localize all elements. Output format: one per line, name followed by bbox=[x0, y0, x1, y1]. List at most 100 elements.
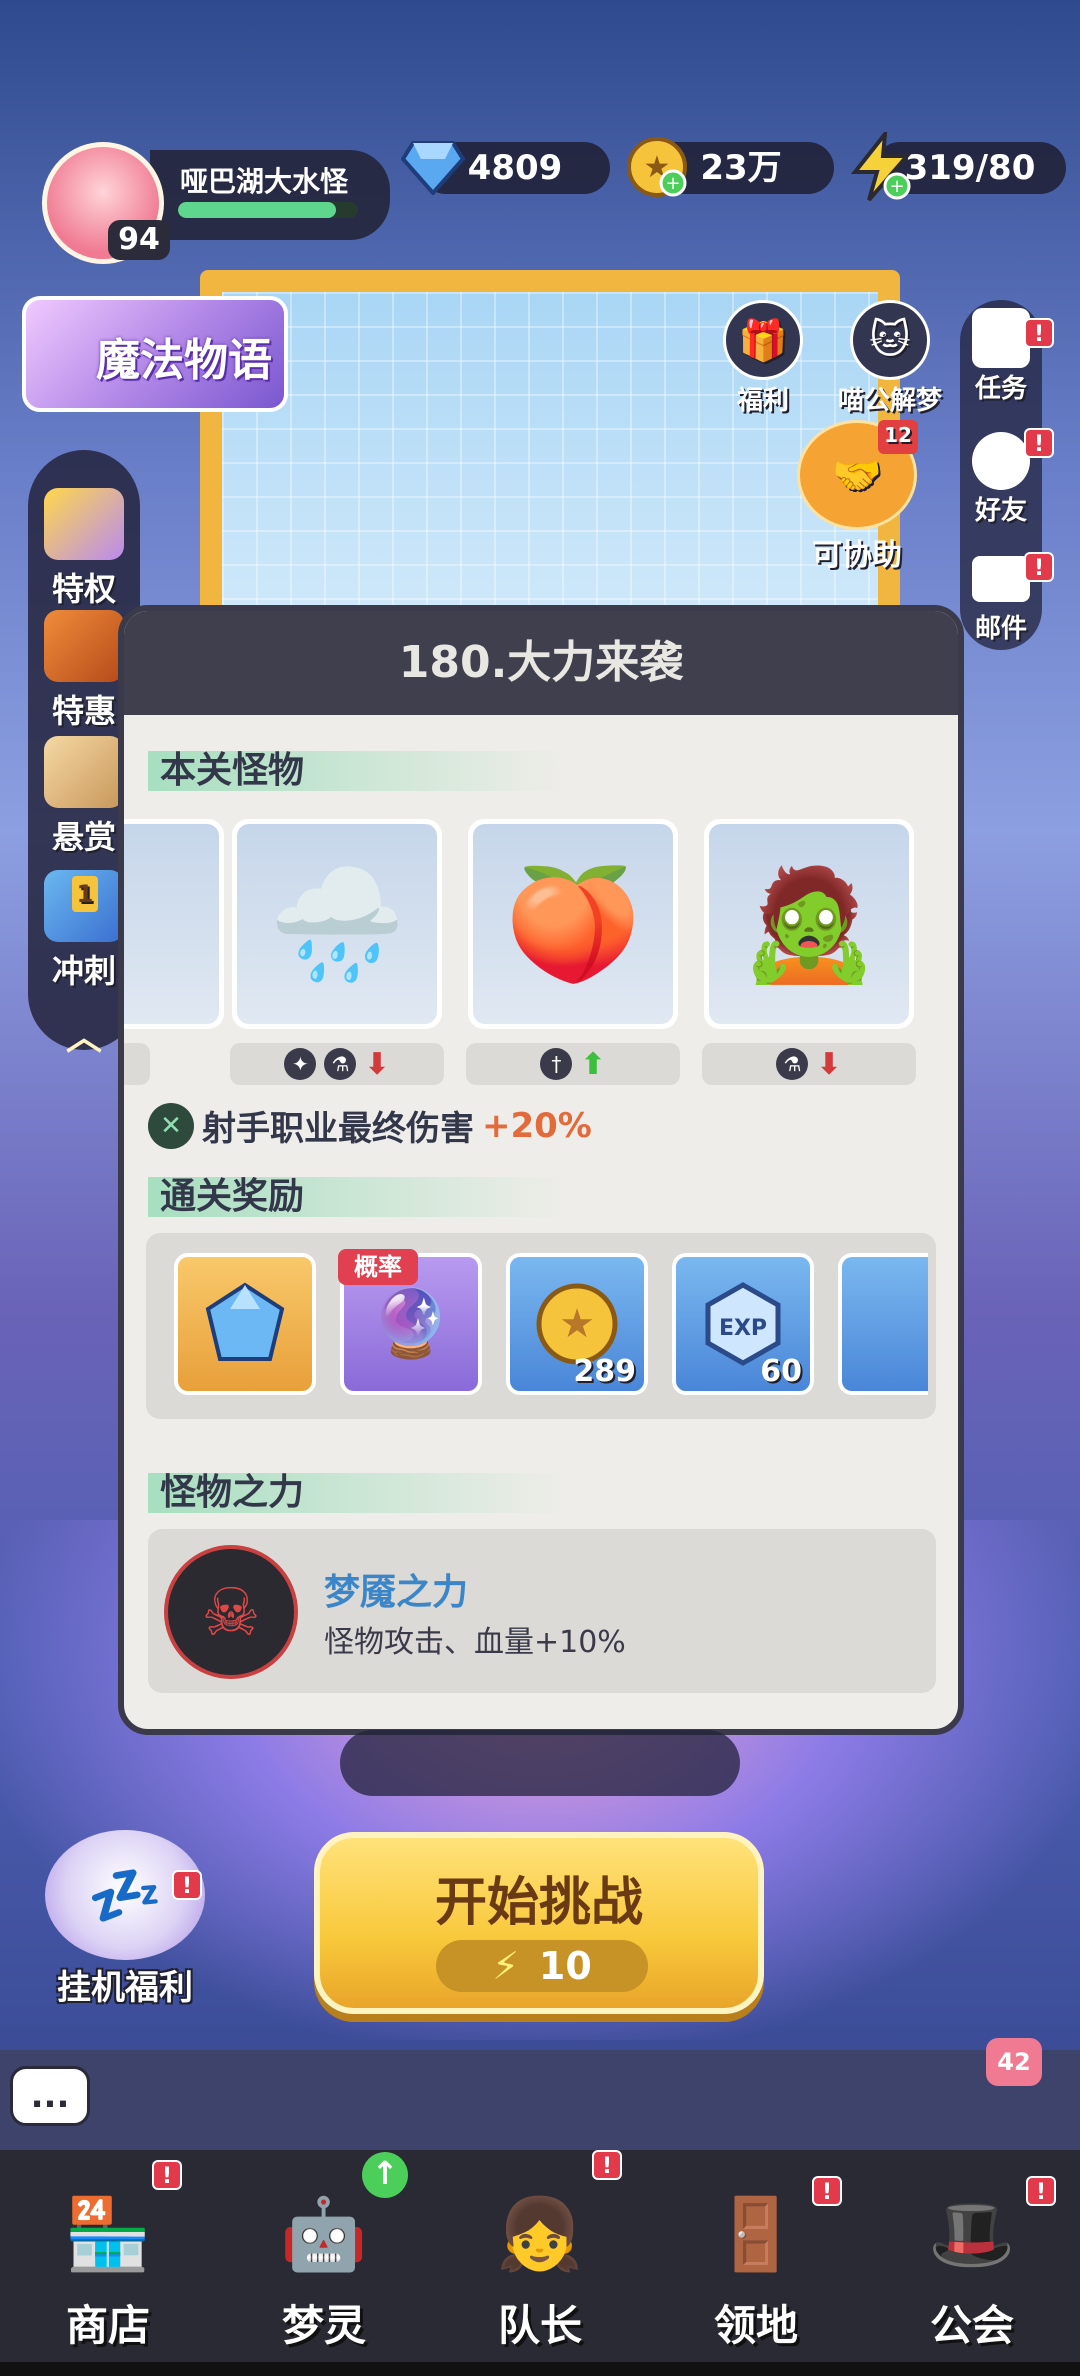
chat-button[interactable]: ... bbox=[10, 2066, 90, 2126]
monster-tags: ✦ ⚗ ⬇ bbox=[230, 1043, 444, 1085]
monster-power-desc: 怪物攻击、血量+10% bbox=[324, 1625, 626, 1660]
bounty-scroll-icon bbox=[44, 736, 124, 808]
storm-cloud-monster-icon: 🌧️ bbox=[237, 824, 437, 1024]
challenge-cost-value: 10 bbox=[538, 1944, 592, 1988]
monster-tags: ⚗ ⬇ bbox=[702, 1043, 916, 1085]
door-icon: 🚪 bbox=[712, 2192, 800, 2275]
magic-story-banner[interactable]: 魔法物语 bbox=[22, 296, 288, 412]
lightning-icon: ⚡ bbox=[492, 1944, 519, 1988]
diamond-value: 4809 bbox=[467, 148, 563, 188]
energy-value: 319/80 bbox=[904, 148, 1036, 188]
idle-rewards-badge: ! bbox=[172, 1870, 202, 1900]
zombie-monster-icon: 🧟 bbox=[709, 824, 909, 1024]
mystery-icon: 🔮 bbox=[369, 1285, 453, 1362]
monster-power-name: 梦魇之力 bbox=[324, 1572, 469, 1613]
welfare-label: 福利 bbox=[736, 386, 789, 416]
idle-rewards-label: 挂机福利 bbox=[57, 1968, 193, 2008]
nav-captain-badge: ! bbox=[592, 2150, 622, 2180]
privilege-button[interactable]: 特权 bbox=[28, 488, 140, 610]
monster-card[interactable] bbox=[124, 819, 224, 1029]
nav-dream-spirit-label: 梦灵 bbox=[281, 2301, 366, 2350]
idle-rewards-button[interactable]: 💤 挂机福利 bbox=[30, 1830, 220, 2020]
arrow-up-icon: ⬆ bbox=[580, 1046, 606, 1082]
rewards-section-title: 通关奖励 bbox=[148, 1177, 568, 1217]
crystal-golem-monster-icon: 🍑 bbox=[473, 824, 673, 1024]
tasks-label: 任务 bbox=[974, 374, 1027, 404]
sprint-tag: 1 bbox=[72, 876, 98, 912]
mail-icon bbox=[972, 556, 1030, 602]
sprint-icon: 1 bbox=[44, 870, 124, 942]
tasks-badge: ! bbox=[1024, 318, 1054, 348]
cat-icon: 🐱 bbox=[850, 300, 930, 380]
class-bonus: ✕ 射手职业最终伤害 +20% bbox=[148, 1101, 592, 1150]
xp-bar-fill bbox=[178, 202, 337, 218]
welfare-button[interactable]: 🎁 福利 bbox=[718, 300, 808, 417]
mail-label: 邮件 bbox=[974, 614, 1027, 644]
clipboard-icon bbox=[972, 308, 1030, 368]
arrow-down-icon: ⬇ bbox=[364, 1046, 390, 1082]
mail-badge: ! bbox=[1024, 552, 1054, 582]
reward-exp-count: 60 bbox=[760, 1354, 802, 1389]
privilege-card-icon bbox=[44, 488, 124, 560]
gift-box-icon bbox=[44, 610, 124, 682]
class-bonus-value: +20% bbox=[482, 1105, 592, 1146]
nav-shop-badge: ! bbox=[152, 2160, 182, 2190]
nav-dream-spirit-upgrade-badge: ↑ bbox=[362, 2152, 408, 2198]
dream-interpretation-button[interactable]: 🐱 喵公解梦 bbox=[828, 300, 952, 417]
robot-icon: 🤖 bbox=[280, 2192, 368, 2275]
monsters-section-title: 本关怪物 bbox=[148, 751, 568, 791]
svg-text:EXP: EXP bbox=[719, 1316, 767, 1341]
player-name: 哑巴湖大水怪 bbox=[180, 165, 349, 198]
start-challenge-button[interactable]: 开始挑战 ⚡ 10 bbox=[314, 1832, 764, 2014]
challenge-cost: ⚡ 10 bbox=[436, 1940, 648, 1992]
monster-card[interactable]: 🌧️ bbox=[232, 819, 442, 1029]
background-floor bbox=[0, 2050, 1080, 2150]
friends-badge: ! bbox=[1024, 428, 1054, 458]
monster-power-box: ☠ 梦魇之力 怪物攻击、血量+10% bbox=[148, 1529, 936, 1693]
assist-count-badge: 12 bbox=[878, 420, 918, 454]
nav-shop[interactable]: 🏪 商店 bbox=[0, 2150, 216, 2376]
diamond-icon bbox=[398, 132, 468, 202]
captain-avatar-icon: 👧 bbox=[496, 2192, 584, 2275]
reward-coin-count: 289 bbox=[573, 1354, 636, 1389]
xp-bar bbox=[178, 202, 358, 218]
reward-coin[interactable]: ★ 289 bbox=[506, 1253, 648, 1395]
nav-guild-label: 公会 bbox=[929, 2301, 1014, 2350]
reward-mystery[interactable]: 🔮 概率 bbox=[338, 1249, 482, 1395]
sword-icon: † bbox=[540, 1048, 573, 1080]
nav-territory-label: 领地 bbox=[713, 2301, 798, 2350]
stage-info-modal: 180.大力来袭 本关怪物 🌧️ ✦ ⚗ ⬇ 🍑 † ⬆ 🧟 ⚗ ⬇ ✕ 射手职… bbox=[118, 605, 964, 1735]
potion-icon: ⚗ bbox=[324, 1048, 357, 1080]
probability-tag: 概率 bbox=[338, 1249, 418, 1285]
skull-icon: ☠ bbox=[164, 1545, 298, 1679]
gold-coin-icon[interactable]: ★ + bbox=[622, 132, 692, 202]
star-slots bbox=[340, 1730, 740, 1796]
assist-label: 可协助 bbox=[812, 538, 902, 573]
svg-text:+: + bbox=[889, 176, 904, 197]
reward-partial[interactable] bbox=[838, 1253, 928, 1395]
reward-gem[interactable] bbox=[174, 1253, 316, 1395]
gold-value: 23万 bbox=[700, 148, 782, 188]
reward-exp[interactable]: EXP 60 bbox=[672, 1253, 814, 1395]
lightning-icon[interactable]: + bbox=[846, 132, 916, 202]
monster-card[interactable]: 🍑 bbox=[468, 819, 678, 1029]
nav-captain[interactable]: 👧 队长 bbox=[432, 2150, 648, 2376]
nav-divider bbox=[0, 2362, 1080, 2376]
privilege-label: 特权 bbox=[51, 570, 116, 608]
collapse-menu-chevron-up-icon[interactable]: ︿ bbox=[58, 1008, 110, 1058]
assist-button[interactable]: 🤝 可协助 12 bbox=[782, 420, 932, 574]
unread-messages-badge[interactable]: 42 bbox=[986, 2038, 1042, 2086]
player-panel[interactable]: 哑巴湖大水怪 bbox=[150, 150, 390, 240]
guild-hat-icon: 🎩 bbox=[928, 2192, 1016, 2275]
monster-card[interactable]: 🧟 bbox=[704, 819, 914, 1029]
start-challenge-label: 开始挑战 bbox=[434, 1873, 643, 1933]
gift-icon: 🎁 bbox=[723, 300, 803, 380]
nav-captain-label: 队长 bbox=[497, 2301, 582, 2350]
svg-text:★: ★ bbox=[559, 1301, 595, 1347]
rewards-list[interactable]: 🔮 概率 ★ 289 EXP 60 bbox=[146, 1233, 936, 1419]
potion-icon: ⚗ bbox=[776, 1048, 809, 1080]
monster-tags bbox=[124, 1043, 150, 1085]
monster-tags: † ⬆ bbox=[466, 1043, 680, 1085]
friends-label: 好友 bbox=[974, 496, 1027, 526]
gem-icon bbox=[205, 1282, 285, 1361]
